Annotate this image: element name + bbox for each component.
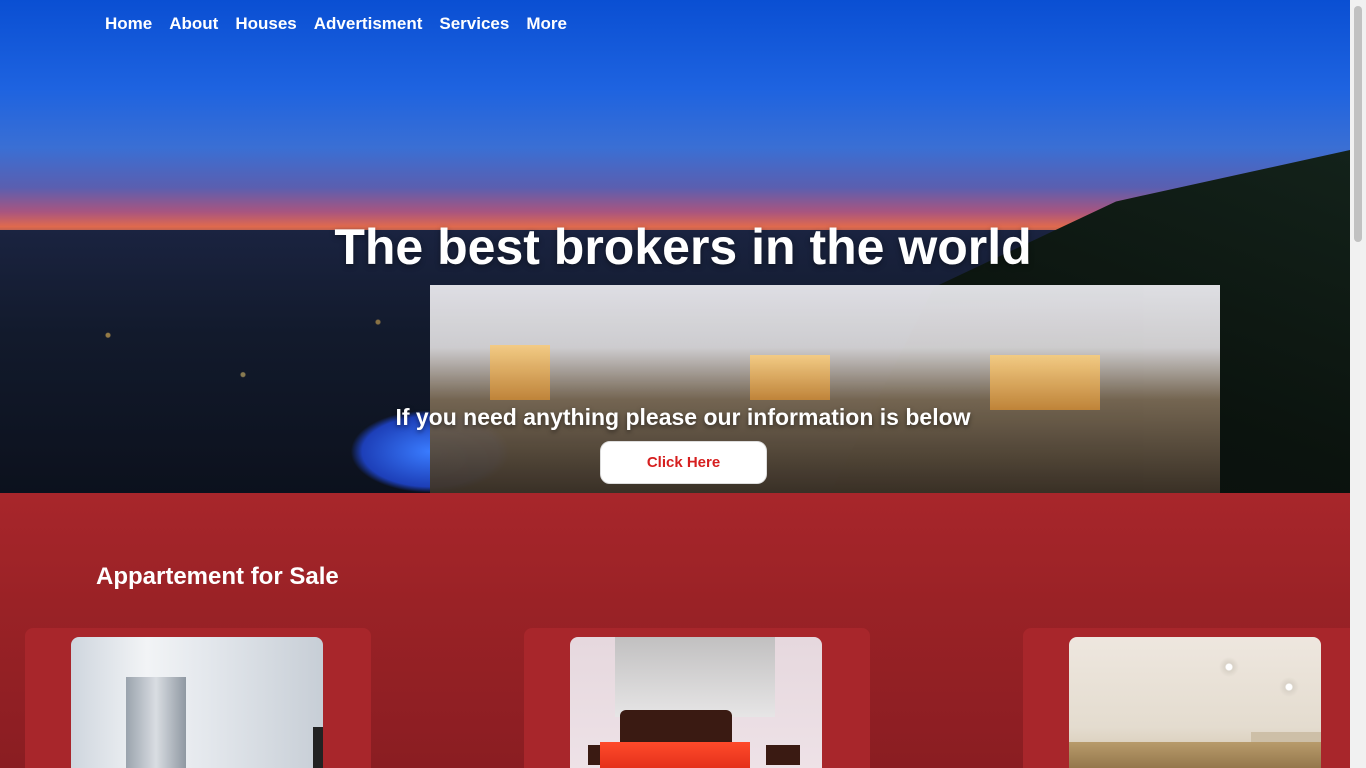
photo-curtain <box>126 677 186 768</box>
listing-photo[interactable] <box>71 637 323 768</box>
photo-dining-table <box>1069 742 1321 768</box>
photo-chandelier <box>1269 677 1309 697</box>
photo-bed <box>600 742 750 768</box>
click-here-button[interactable]: Click Here <box>600 441 767 484</box>
photo-curtain <box>615 637 775 717</box>
hero-house-image <box>430 285 1220 493</box>
main-nav: Home About Houses Advertisment Services … <box>105 14 567 34</box>
page: Home About Houses Advertisment Services … <box>0 0 1350 768</box>
house-window <box>490 345 550 400</box>
nav-houses-link[interactable]: Houses <box>235 14 296 34</box>
nav-more-link[interactable]: More <box>526 14 567 34</box>
nav-services-link[interactable]: Services <box>439 14 509 34</box>
page-scrollbar[interactable] <box>1350 0 1366 768</box>
house-window <box>750 355 830 400</box>
photo-nightstand <box>766 745 800 765</box>
listing-photo[interactable] <box>570 637 822 768</box>
photo-door <box>313 727 323 768</box>
hero-banner: Home About Houses Advertisment Services … <box>0 0 1350 493</box>
listing-card[interactable] <box>1023 628 1350 768</box>
house-window <box>990 355 1100 410</box>
sale-section: Appartement for Sale <box>0 493 1350 768</box>
nav-advertisment-link[interactable]: Advertisment <box>314 14 423 34</box>
listing-photo[interactable] <box>1069 637 1321 768</box>
listing-card[interactable] <box>25 628 371 768</box>
nav-home-link[interactable]: Home <box>105 14 152 34</box>
listing-card[interactable] <box>524 628 870 768</box>
hero-subtitle: If you need anything please our informat… <box>395 404 971 430</box>
hero-title: The best brokers in the world <box>334 219 1032 275</box>
photo-chandelier <box>1209 657 1249 677</box>
sale-section-title: Appartement for Sale <box>96 563 339 590</box>
nav-about-link[interactable]: About <box>169 14 218 34</box>
scrollbar-thumb[interactable] <box>1354 6 1362 242</box>
